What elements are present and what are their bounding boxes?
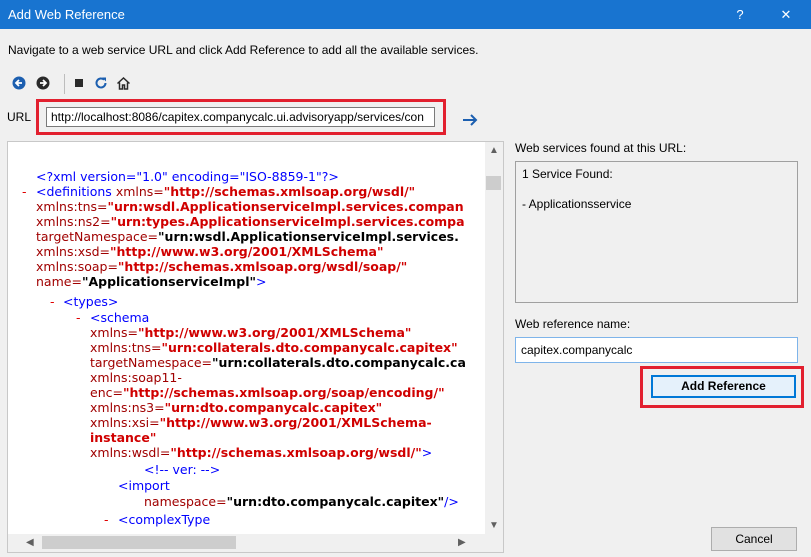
xml-line: xmlns:ns3="urn:dto.companycalc.capitex" — [90, 400, 383, 415]
wsdl-document: <?xml version="1.0" encoding="ISO-8859-1… — [8, 142, 486, 534]
url-label: URL — [7, 110, 32, 124]
xml-line: xmlns:ns2="urn:types.ApplicationserviceI… — [36, 214, 465, 229]
title-bar: Add Web Reference ? ✕ — [0, 0, 811, 29]
web-reference-name-label: Web reference name: — [515, 317, 631, 331]
cancel-button[interactable]: Cancel — [711, 527, 797, 551]
xml-line: targetNamespace="urn:wsdl.Applicationser… — [36, 229, 459, 244]
vertical-scroll-thumb[interactable] — [486, 176, 501, 190]
window-title: Add Web Reference — [8, 7, 125, 22]
add-reference-button[interactable]: Add Reference — [651, 375, 796, 398]
xml-line: xmlns:tns="urn:wsdl.ApplicationserviceIm… — [36, 199, 464, 214]
help-button[interactable]: ? — [717, 0, 763, 29]
vertical-scrollbar[interactable]: ▲ ▼ — [485, 142, 503, 534]
xml-line: <types> — [63, 294, 119, 309]
xml-line: xmlns:xsd="http://www.w3.org/2001/XMLSch… — [36, 244, 384, 259]
refresh-icon[interactable] — [90, 72, 112, 94]
collapse-toggle[interactable]: - — [22, 184, 27, 199]
toolbar-separator — [64, 74, 65, 94]
stop-icon[interactable] — [68, 72, 90, 94]
xml-line: <definitions xmlns="http://schemas.xmlso… — [36, 184, 416, 199]
horizontal-scrollbar[interactable]: ◀ ▶ — [8, 534, 486, 552]
url-highlight-frame: http://localhost:8086/capitex.companycal… — [36, 99, 446, 135]
xml-line: enc="http://schemas.xmlsoap.org/soap/enc… — [90, 385, 445, 400]
collapse-toggle[interactable]: - — [50, 294, 55, 309]
xml-line: name="ApplicationserviceImpl"> — [36, 274, 267, 289]
scrollbar-corner — [485, 534, 503, 552]
horizontal-scroll-thumb[interactable] — [42, 536, 236, 549]
add-reference-highlight-frame: Add Reference — [640, 366, 804, 408]
xml-comment: <!-- ver: --> — [144, 462, 221, 477]
scroll-down-icon[interactable]: ▼ — [489, 520, 499, 531]
url-input[interactable]: http://localhost:8086/capitex.companycal… — [46, 107, 435, 127]
xml-line: xmlns:tns="urn:collaterals.dto.companyca… — [90, 340, 458, 355]
xml-line: xmlns:wsdl="http://schemas.xmlsoap.org/w… — [90, 445, 433, 460]
back-icon[interactable] — [8, 72, 30, 94]
collapse-toggle[interactable]: - — [76, 310, 81, 325]
home-icon[interactable] — [112, 72, 134, 94]
scroll-right-icon[interactable]: ▶ — [458, 537, 466, 548]
xml-line: namespace="urn:dto.companycalc.capitex"/… — [144, 494, 459, 509]
xml-line: <import — [118, 478, 170, 493]
collapse-toggle[interactable]: - — [104, 512, 109, 527]
forward-icon[interactable] — [32, 72, 54, 94]
scroll-up-icon[interactable]: ▲ — [489, 145, 499, 156]
close-button[interactable]: ✕ — [763, 0, 809, 29]
xml-line: xmlns:soap11- — [90, 370, 182, 385]
services-found-label: Web services found at this URL: — [515, 141, 687, 155]
xml-line: xmlns:xsi="http://www.w3.org/2001/XMLSch… — [90, 415, 432, 430]
services-found-box: 1 Service Found: - Applicationsservice — [515, 161, 798, 303]
web-reference-name-input[interactable]: capitex.companycalc — [515, 337, 798, 363]
wsdl-browser-panel[interactable]: <?xml version="1.0" encoding="ISO-8859-1… — [7, 141, 504, 553]
service-item: - Applicationsservice — [522, 197, 632, 211]
xml-line: instance" — [90, 430, 157, 445]
xml-line: <complexType — [118, 512, 211, 527]
services-count: 1 Service Found: — [522, 167, 613, 181]
xml-line: <schema — [90, 310, 150, 325]
xml-line: xmlns:soap="http://schemas.xmlsoap.org/w… — [36, 259, 408, 274]
xml-declaration: <?xml version="1.0" encoding="ISO-8859-1… — [36, 169, 339, 184]
go-arrow-icon[interactable] — [460, 110, 480, 130]
xml-line: xmlns="http://www.w3.org/2001/XMLSchema" — [90, 325, 412, 340]
xml-line: targetNamespace="urn:collaterals.dto.com… — [90, 355, 466, 370]
scroll-left-icon[interactable]: ◀ — [26, 537, 34, 548]
instructions-text: Navigate to a web service URL and click … — [8, 43, 479, 57]
